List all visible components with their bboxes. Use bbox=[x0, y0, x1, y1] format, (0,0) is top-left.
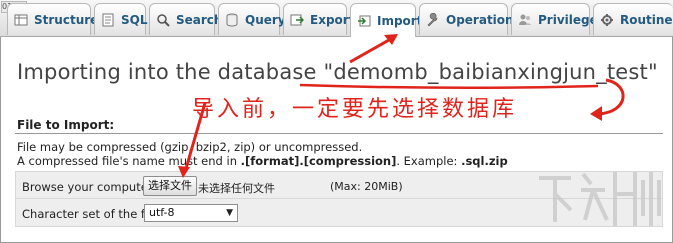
chevron-down-icon: ▼ bbox=[226, 208, 233, 218]
query-icon bbox=[226, 13, 238, 26]
sql-icon bbox=[102, 13, 114, 26]
tab-structure[interactable]: Structure bbox=[7, 3, 98, 35]
tab-routines[interactable]: Routines bbox=[593, 3, 673, 35]
tab-privileges[interactable]: Privileges bbox=[511, 3, 605, 35]
search-icon bbox=[157, 13, 170, 27]
tab-operations[interactable]: Operations bbox=[419, 3, 521, 35]
no-file-selected-text: 未选择任何文件 bbox=[198, 182, 275, 195]
tab-query[interactable]: Query bbox=[218, 3, 286, 35]
annotation-text: 导入前，一定要先选择数据库 bbox=[192, 97, 518, 122]
compression-format-note: A compressed file's name must end in .[f… bbox=[17, 154, 508, 168]
choose-file-button[interactable]: 选择文件 bbox=[143, 176, 197, 196]
tab-structure-label: Structure bbox=[34, 12, 99, 27]
max-size-label: (Max: 20MiB) bbox=[330, 180, 403, 193]
charset-label: Character set of the file: bbox=[22, 207, 163, 221]
tab-sql-label: SQL bbox=[121, 12, 148, 27]
tab-export-label: Export bbox=[310, 12, 355, 27]
section-title: File to Import: bbox=[17, 118, 115, 132]
format-note-prefix: A compressed file's name must end in bbox=[17, 154, 241, 168]
tab-search[interactable]: Search bbox=[149, 3, 222, 35]
charset-select-value: utf-8 bbox=[149, 206, 175, 219]
tab-query-label: Query bbox=[245, 12, 286, 27]
export-icon bbox=[290, 14, 304, 25]
tab-export[interactable]: Export bbox=[283, 3, 354, 35]
wrench-icon bbox=[427, 12, 438, 26]
tab-sql[interactable]: SQL bbox=[94, 3, 148, 35]
page-title: Importing into the database "demomb_baib… bbox=[17, 60, 658, 84]
tab-import[interactable]: Import bbox=[350, 3, 422, 37]
import-icon bbox=[358, 15, 371, 26]
routines-icon bbox=[601, 13, 613, 26]
tab-operations-label: Operations bbox=[446, 12, 521, 27]
tab-routines-label: Routines bbox=[620, 12, 673, 27]
section-divider bbox=[15, 133, 663, 134]
format-note-example: .sql.zip bbox=[461, 154, 508, 168]
tab-search-label: Search bbox=[176, 12, 223, 27]
structure-icon bbox=[14, 14, 28, 25]
charset-select[interactable]: utf-8 ▼ bbox=[144, 204, 238, 222]
tab-bar: 01 Structure SQL Search Query Export bbox=[0, 0, 673, 37]
format-note-middle: . Example: bbox=[396, 154, 462, 168]
privileges-icon bbox=[519, 14, 531, 25]
browse-label: Browse your computer: bbox=[22, 180, 157, 194]
watermark-logo bbox=[539, 172, 661, 226]
compression-note: File may be compressed (gzip, bzip2, zip… bbox=[17, 140, 363, 154]
tab-import-label: Import bbox=[377, 13, 423, 28]
format-note-format: .[format].[compression] bbox=[240, 154, 397, 168]
